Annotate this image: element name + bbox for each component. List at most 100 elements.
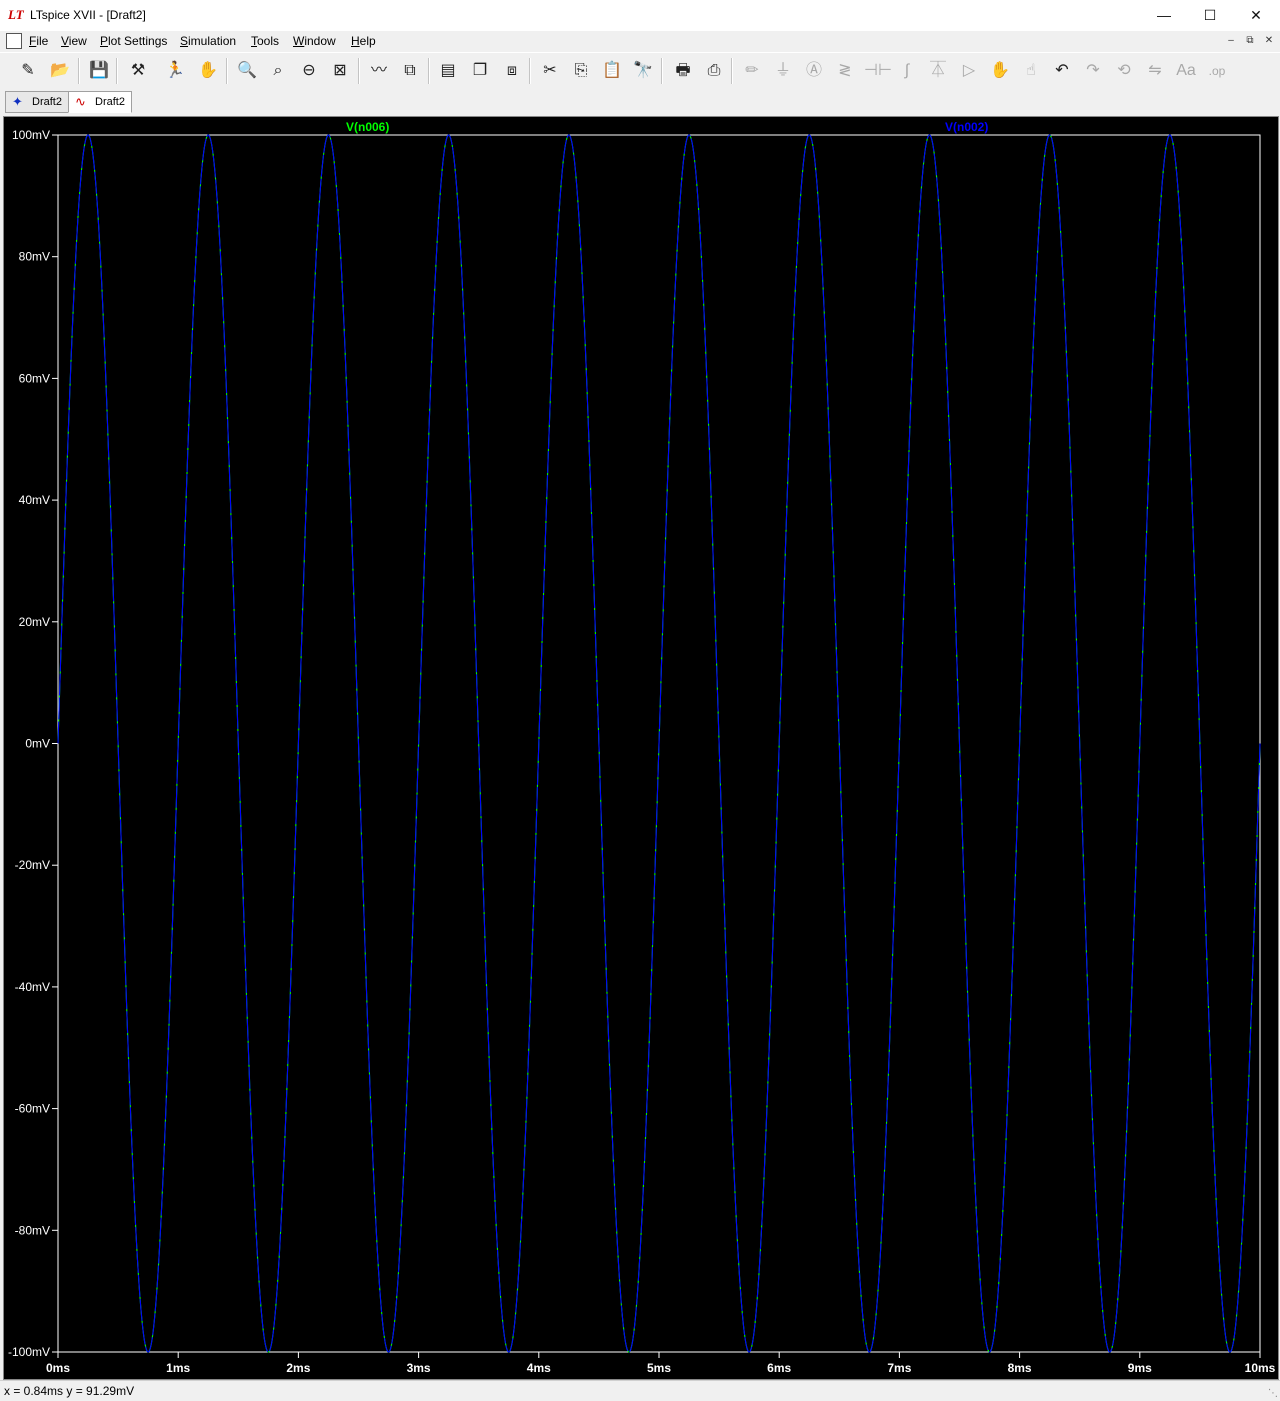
ground-icon[interactable]: ⏚: [771, 59, 795, 83]
undo-icon[interactable]: ↶: [1050, 59, 1074, 83]
tab-label: Draft2: [32, 96, 62, 108]
save-icon[interactable]: 💾: [87, 59, 111, 83]
diode-icon[interactable]: ⏄: [926, 59, 950, 83]
resistor-icon[interactable]: ≷: [833, 59, 857, 83]
window-title: LTspice XVII - [Draft2]: [30, 8, 146, 22]
x-tick-label: 4ms: [527, 1361, 551, 1375]
waveform-icon: ∿: [75, 94, 86, 109]
add-trace-icon[interactable]: ⧉: [398, 59, 422, 83]
mdi-close-button[interactable]: ✕: [1262, 34, 1276, 47]
move-icon[interactable]: ✋: [988, 59, 1012, 83]
rotate-icon[interactable]: ⟲: [1112, 59, 1136, 83]
menu-simulation[interactable]: Simulation: [180, 34, 236, 48]
tab-waveform-draft2[interactable]: ∿ Draft2: [68, 91, 132, 113]
label-net-icon[interactable]: Ⓐ: [802, 59, 826, 83]
cursor-readout: x = 0.84ms y = 91.29mV: [4, 1384, 135, 1398]
paste-icon[interactable]: 📋: [600, 59, 624, 83]
menu-file[interactable]: File: [29, 34, 48, 48]
spice-directive-icon[interactable]: .op: [1205, 59, 1229, 83]
mdi-minimize-button[interactable]: –: [1224, 34, 1238, 47]
title-bar: LT LTspice XVII - [Draft2] — ☐ ✕: [0, 0, 1280, 32]
open-icon[interactable]: 📂: [48, 59, 72, 83]
menu-help[interactable]: Help: [351, 34, 376, 48]
component-icon[interactable]: ▷: [957, 59, 981, 83]
toolbar-separator: [428, 58, 430, 84]
menu-plot-settings[interactable]: Plot Settings: [100, 34, 167, 48]
inductor-icon[interactable]: ∫: [895, 59, 919, 83]
y-tick-label: 100mV: [12, 128, 50, 142]
capacitor-icon[interactable]: ⊣⊢: [864, 59, 892, 83]
y-tick-label: -40mV: [15, 980, 50, 994]
resize-grip-icon[interactable]: ⋱: [1268, 1388, 1278, 1399]
zoom-area-icon[interactable]: ⌕: [266, 59, 290, 83]
waveform-viewer[interactable]: 100mV 80mV 60mV 40mV 20mV 0mV -20mV -40mV -60mV -…: [3, 116, 1279, 1380]
y-tick-label: 60mV: [19, 371, 50, 385]
tab-schematic-draft2[interactable]: ✦ Draft2: [5, 91, 69, 113]
status-bar: x = 0.84ms y = 91.29mV ⋱: [0, 1380, 1280, 1401]
x-tick-label: 6ms: [767, 1361, 791, 1375]
toolbar-separator: [78, 58, 80, 84]
x-tick-label: 1ms: [166, 1361, 190, 1375]
x-tick-label: 0ms: [46, 1361, 70, 1375]
toolbar-separator: [116, 58, 118, 84]
x-tick-label: 3ms: [407, 1361, 431, 1375]
tile-horizontal-icon[interactable]: ▤: [436, 59, 460, 83]
draw-wire-icon[interactable]: ✏: [740, 59, 764, 83]
menu-bar: File View Plot Settings Simulation Tools…: [0, 31, 1280, 51]
y-tick-label: 40mV: [19, 493, 50, 507]
find-icon[interactable]: 🔭: [631, 59, 655, 83]
y-tick-label: -100mV: [8, 1345, 50, 1359]
toolbar: ✎ 📂 💾 ⚒ 🏃 ✋ 🔍 ⌕ ⊖ ⊠ 〰 ⧉ ▤ ❐ ⧈ ✂ ⎘ 📋 🔭 🖶 ⎙ ✏ ⏚ Ⓐ ≷ ⊣⊢ ∫ ⏄ ▷ ✋ ☝ ↶ ↷ ⟲ ⇋ Aa .o…: [0, 52, 1280, 90]
tab-bar: ✦ Draft2 ∿ Draft2: [0, 89, 1280, 114]
trace-label[interactable]: V(n006): [346, 120, 389, 134]
document-system-menu-icon[interactable]: [6, 33, 22, 49]
toolbar-separator: [358, 58, 360, 84]
toolbar-separator: [731, 58, 733, 84]
zoom-out-icon[interactable]: ⊖: [297, 59, 321, 83]
ltspice-logo-icon: LT: [8, 7, 24, 22]
tile-vertical-icon[interactable]: ⧈: [500, 59, 524, 83]
print-icon[interactable]: ⎙: [702, 59, 726, 83]
print-preview-icon[interactable]: 🖶: [671, 59, 695, 83]
y-tick-label: -60mV: [15, 1102, 50, 1116]
mirror-icon[interactable]: ⇋: [1143, 59, 1167, 83]
halt-icon[interactable]: ✋: [196, 59, 220, 83]
zoom-full-icon[interactable]: ⊠: [328, 59, 352, 83]
tab-label: Draft2: [95, 96, 125, 108]
y-tick-label: -20mV: [15, 858, 50, 872]
schematic-icon: ✦: [12, 94, 23, 109]
run-icon[interactable]: 🏃: [163, 59, 187, 83]
trace-vn002[interactable]: [57, 134, 1261, 1353]
x-tick-label: 9ms: [1128, 1361, 1152, 1375]
y-tick-label: 0mV: [25, 737, 50, 751]
x-tick-label: 8ms: [1008, 1361, 1032, 1375]
new-schematic-icon[interactable]: ✎: [16, 59, 40, 83]
cascade-icon[interactable]: ❐: [468, 59, 492, 83]
text-icon[interactable]: Aa: [1174, 59, 1198, 83]
y-tick-label: -80mV: [15, 1223, 50, 1237]
mdi-restore-button[interactable]: ⧉: [1243, 34, 1257, 47]
cut-icon[interactable]: ✂: [538, 59, 562, 83]
zoom-in-icon[interactable]: 🔍: [235, 59, 259, 83]
y-tick-label: 80mV: [19, 250, 50, 264]
waveform-plot[interactable]: 100mV 80mV 60mV 40mV 20mV 0mV -20mV -40mV -60mV -…: [4, 117, 1278, 1379]
drag-icon[interactable]: ☝: [1019, 59, 1043, 83]
control-panel-icon[interactable]: ⚒: [126, 59, 150, 83]
menu-view[interactable]: View: [61, 34, 87, 48]
x-tick-label: 7ms: [887, 1361, 911, 1375]
redo-icon[interactable]: ↷: [1081, 59, 1105, 83]
trace-label[interactable]: V(n002): [945, 120, 988, 134]
toolbar-separator: [661, 58, 663, 84]
close-button[interactable]: ✕: [1233, 0, 1279, 31]
autorange-icon[interactable]: 〰: [367, 59, 391, 83]
menu-tools[interactable]: Tools: [251, 34, 279, 48]
minimize-button[interactable]: —: [1141, 0, 1187, 31]
menu-window[interactable]: Window: [293, 34, 336, 48]
y-tick-label: 20mV: [19, 615, 50, 629]
toolbar-separator: [529, 58, 531, 84]
copy-icon[interactable]: ⎘: [569, 59, 593, 83]
x-tick-label: 10ms: [1245, 1361, 1276, 1375]
toolbar-separator: [226, 58, 228, 84]
maximize-button[interactable]: ☐: [1187, 0, 1233, 31]
x-tick-label: 2ms: [286, 1361, 310, 1375]
